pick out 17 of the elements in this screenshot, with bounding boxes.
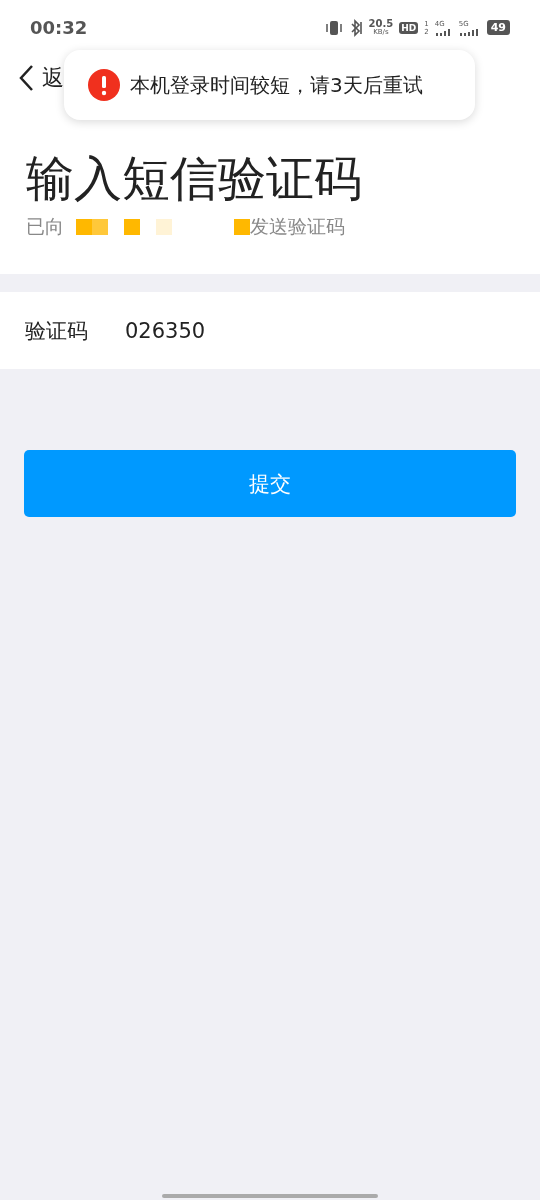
back-icon[interactable]	[18, 63, 34, 92]
code-label: 验证码	[25, 317, 88, 345]
subtitle-prefix: 已向	[26, 214, 64, 239]
back-label[interactable]: 返	[42, 62, 64, 93]
warning-icon	[88, 69, 120, 101]
hd-badge: HD	[399, 21, 419, 34]
status-time: 00:32	[30, 17, 88, 38]
signal-icon	[458, 28, 481, 36]
signal-icon	[434, 28, 453, 36]
battery-level: 49	[486, 20, 510, 35]
bluetooth-icon	[348, 18, 363, 37]
page-title: 输入短信验证码	[26, 149, 363, 208]
subtitle-suffix: 发送验证码	[250, 214, 345, 239]
code-input-field[interactable]: 026350	[125, 318, 425, 343]
network-speed: 20.5	[368, 18, 394, 28]
vibrate-icon	[324, 19, 343, 36]
toast-message: 本机登录时间较短，请3天后重试	[130, 71, 423, 99]
